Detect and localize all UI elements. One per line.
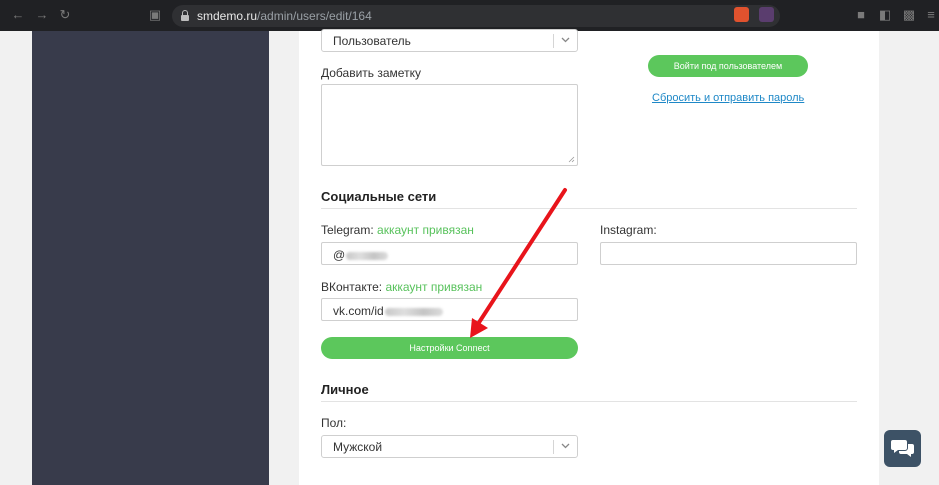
chat-bubbles-icon bbox=[891, 440, 914, 457]
extension-icon[interactable] bbox=[759, 7, 774, 22]
telegram-label: Telegram: аккаунт привязан bbox=[321, 223, 474, 237]
forward-icon[interactable]: → bbox=[35, 8, 49, 22]
redacted-value bbox=[346, 251, 389, 260]
instagram-label: Instagram: bbox=[600, 223, 657, 237]
sidebar-toggle-icon[interactable]: ◧ bbox=[878, 8, 892, 22]
telegram-input[interactable]: @ bbox=[321, 242, 578, 265]
note-textarea[interactable] bbox=[321, 84, 578, 166]
redacted-value bbox=[384, 307, 443, 316]
note-label: Добавить заметку bbox=[321, 66, 421, 80]
menu-icon[interactable]: ≡ bbox=[924, 8, 938, 22]
vk-input[interactable]: vk.com/id bbox=[321, 298, 578, 321]
gender-label: Пол: bbox=[321, 416, 347, 430]
reload-icon[interactable]: ↻ bbox=[58, 8, 72, 22]
section-divider bbox=[321, 401, 857, 402]
url-text: smdemo.ru/admin/users/edit/164 bbox=[197, 9, 372, 23]
tab-search-icon[interactable]: ▣ bbox=[148, 8, 162, 22]
chevron-down-icon bbox=[561, 443, 570, 449]
personal-section-title: Личное bbox=[321, 382, 369, 397]
reset-password-link[interactable]: Сбросить и отправить пароль bbox=[652, 92, 804, 104]
chevron-down-icon bbox=[561, 37, 570, 43]
extensions-puzzle-icon[interactable]: ■ bbox=[854, 8, 868, 22]
vk-label: ВКонтакте: аккаунт привязан bbox=[321, 280, 483, 294]
login-as-user-button[interactable]: Войти под пользователем bbox=[648, 55, 808, 77]
browser-toolbar: ← → ↻ ▣ smdemo.ru/admin/users/edit/164 ■… bbox=[0, 0, 939, 31]
resize-handle-icon[interactable] bbox=[568, 156, 575, 163]
role-select[interactable]: Пользователь bbox=[321, 29, 578, 52]
brave-shield-icon[interactable] bbox=[734, 7, 749, 22]
wallet-icon[interactable]: ▩ bbox=[902, 8, 916, 22]
section-divider bbox=[321, 208, 857, 209]
telegram-status: аккаунт привязан bbox=[377, 223, 474, 237]
lock-icon bbox=[181, 10, 189, 21]
vk-status: аккаунт привязан bbox=[385, 280, 483, 294]
chat-widget-button[interactable] bbox=[884, 430, 921, 467]
connect-settings-button[interactable]: Настройки Connect bbox=[321, 337, 578, 359]
gender-select[interactable]: Мужской bbox=[321, 435, 578, 458]
admin-sidebar bbox=[32, 31, 269, 485]
address-bar[interactable]: smdemo.ru/admin/users/edit/164 bbox=[172, 5, 780, 27]
instagram-input[interactable] bbox=[600, 242, 857, 265]
social-section-title: Социальные сети bbox=[321, 189, 437, 204]
back-icon[interactable]: ← bbox=[11, 8, 25, 22]
